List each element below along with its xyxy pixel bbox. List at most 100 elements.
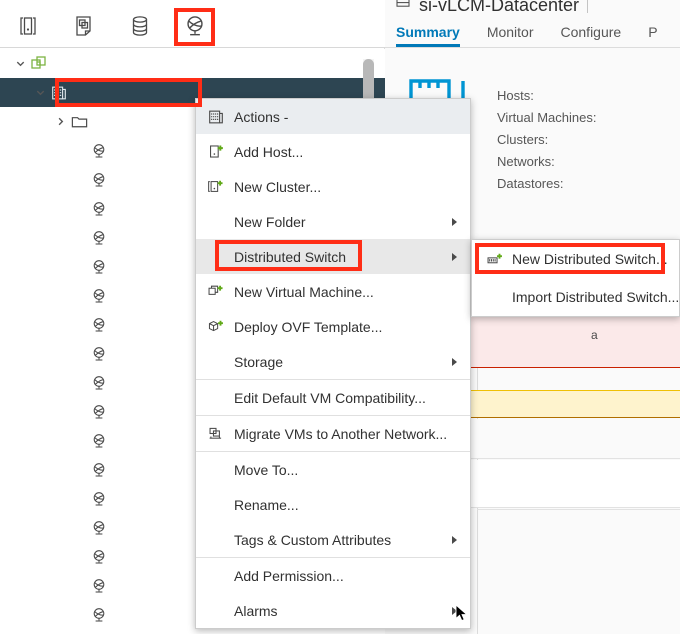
menu-item-migrate-vms-to-another-network[interactable]: Migrate VMs to Another Network... <box>196 416 470 451</box>
tree-caret-placeholder <box>72 201 88 217</box>
new-dswitch-icon <box>486 250 504 268</box>
network-globe-icon <box>88 257 110 277</box>
menu-item-label: Distributed Switch <box>234 249 346 265</box>
tree-caret-placeholder <box>72 375 88 391</box>
tree-caret-placeholder <box>72 549 88 565</box>
tree-caret-placeholder <box>72 317 88 333</box>
content-divider <box>477 509 680 510</box>
network-globe-icon <box>88 518 110 538</box>
chevron-down-icon[interactable] <box>12 56 28 72</box>
menu-item-label: New Folder <box>234 214 306 230</box>
tree-row-label <box>115 579 137 593</box>
folder-icon <box>68 112 90 132</box>
vsphere-client-screenshot: si-vLCM-Datacenter Summary Monitor Configu… <box>0 0 680 634</box>
context-submenu-distributed-switch[interactable]: New Distributed Switch... Import Distribu… <box>471 239 680 317</box>
menu-item-label: New Cluster... <box>234 179 321 195</box>
page-title: si-vLCM-Datacenter <box>419 0 579 16</box>
datacenter-icon <box>48 83 70 103</box>
menu-item-distributed-switch[interactable]: Distributed Switch <box>196 239 470 274</box>
menu-item-edit-default-vm-compatibility[interactable]: Edit Default VM Compatibility... <box>196 380 470 415</box>
network-globe-icon <box>182 13 208 39</box>
menu-item-deploy-ovf-template[interactable]: Deploy OVF Template... <box>196 309 470 344</box>
title-divider <box>587 0 588 13</box>
datacenter-stats-list: Hosts:Virtual Machines:Clusters:Networks… <box>497 85 596 195</box>
tree-row-label <box>115 463 137 477</box>
tree-row-label <box>115 289 137 303</box>
datacenter-small-icon <box>395 0 411 16</box>
network-globe-icon <box>88 489 110 509</box>
tree-caret-placeholder <box>72 433 88 449</box>
new-vm-icon <box>207 283 225 301</box>
tree-caret-placeholder <box>72 607 88 623</box>
submenu-arrow-icon <box>452 536 457 544</box>
inventory-tab-hosts-and-clusters[interactable] <box>8 8 52 44</box>
tab-summary[interactable]: Summary <box>396 24 473 47</box>
tree-caret-placeholder <box>72 578 88 594</box>
menu-item-move-to[interactable]: Move To... <box>196 452 470 487</box>
stat-label: Clusters: <box>497 129 596 151</box>
menu-item-label: Rename... <box>234 497 299 513</box>
tree-row-label <box>115 434 137 448</box>
migrate-vm-icon <box>207 425 225 443</box>
menu-item-label: Edit Default VM Compatibility... <box>234 390 426 406</box>
menu-item-add-host[interactable]: Add Host... <box>196 134 470 169</box>
submenu-item-import-distributed-switch[interactable]: Import Distributed Switch... <box>472 278 679 316</box>
vm-template-icon <box>73 14 97 38</box>
network-globe-icon <box>88 199 110 219</box>
tree-row-label <box>115 405 137 419</box>
tree-row[interactable] <box>0 49 385 78</box>
menu-item-label: Alarms <box>234 603 278 619</box>
inventory-tab-storage[interactable] <box>118 8 162 44</box>
stat-label: Hosts: <box>497 85 596 107</box>
menu-item-label: Add Permission... <box>234 568 344 584</box>
menu-item-actions: Actions - <box>196 99 470 134</box>
network-globe-icon <box>88 431 110 451</box>
tree-caret-placeholder <box>72 404 88 420</box>
inventory-tab-networking[interactable] <box>173 8 217 44</box>
tree-row-label <box>115 376 137 390</box>
tree-row-label <box>115 550 137 564</box>
network-globe-icon <box>88 286 110 306</box>
tree-caret-placeholder <box>72 346 88 362</box>
object-title-row: si-vLCM-Datacenter <box>385 0 588 18</box>
tab-monitor[interactable]: Monitor <box>487 24 547 47</box>
menu-item-label: Move To... <box>234 462 298 478</box>
stat-label: Networks: <box>497 151 596 173</box>
menu-item-rename[interactable]: Rename... <box>196 487 470 522</box>
tree-row-label <box>115 173 137 187</box>
inventory-tab-bar <box>0 0 385 48</box>
submenu-item-label: New Distributed Switch... <box>512 251 668 267</box>
network-globe-icon <box>88 228 110 248</box>
tree-caret-placeholder <box>72 491 88 507</box>
network-globe-icon <box>88 547 110 567</box>
tree-caret-placeholder <box>72 172 88 188</box>
network-globe-icon <box>88 605 110 625</box>
menu-item-new-folder[interactable]: New Folder <box>196 204 470 239</box>
add-host-icon <box>207 143 225 161</box>
tree-row-label <box>115 231 137 245</box>
chevron-right-icon[interactable] <box>52 114 68 130</box>
inventory-tab-vms-and-templates[interactable] <box>63 8 107 44</box>
tab-p[interactable]: P <box>648 24 670 47</box>
submenu-arrow-icon <box>452 607 457 615</box>
context-menu[interactable]: Actions -Add Host... New Cluster... New Fo… <box>195 98 471 629</box>
tab-configure[interactable]: Configure <box>561 24 635 47</box>
datacenter-icon <box>207 108 225 126</box>
menu-item-storage[interactable]: Storage <box>196 344 470 379</box>
submenu-arrow-icon <box>452 358 457 366</box>
menu-item-add-permission[interactable]: Add Permission... <box>196 558 470 593</box>
menu-item-alarms[interactable]: Alarms <box>196 593 470 628</box>
tree-row[interactable] <box>0 629 385 634</box>
chevron-down-icon[interactable] <box>32 85 48 101</box>
menu-item-tags-custom-attributes[interactable]: Tags & Custom Attributes <box>196 522 470 557</box>
network-globe-icon <box>88 576 110 596</box>
menu-item-new-virtual-machine[interactable]: New Virtual Machine... <box>196 274 470 309</box>
tree-caret-placeholder <box>72 259 88 275</box>
tree-row-label <box>115 202 137 216</box>
network-globe-icon <box>88 141 110 161</box>
vcenter-icon <box>28 54 50 74</box>
tree-row-label <box>115 521 137 535</box>
menu-item-new-cluster[interactable]: New Cluster... <box>196 169 470 204</box>
submenu-item-new-distributed-switch[interactable]: New Distributed Switch... <box>472 240 679 278</box>
network-globe-icon <box>88 402 110 422</box>
